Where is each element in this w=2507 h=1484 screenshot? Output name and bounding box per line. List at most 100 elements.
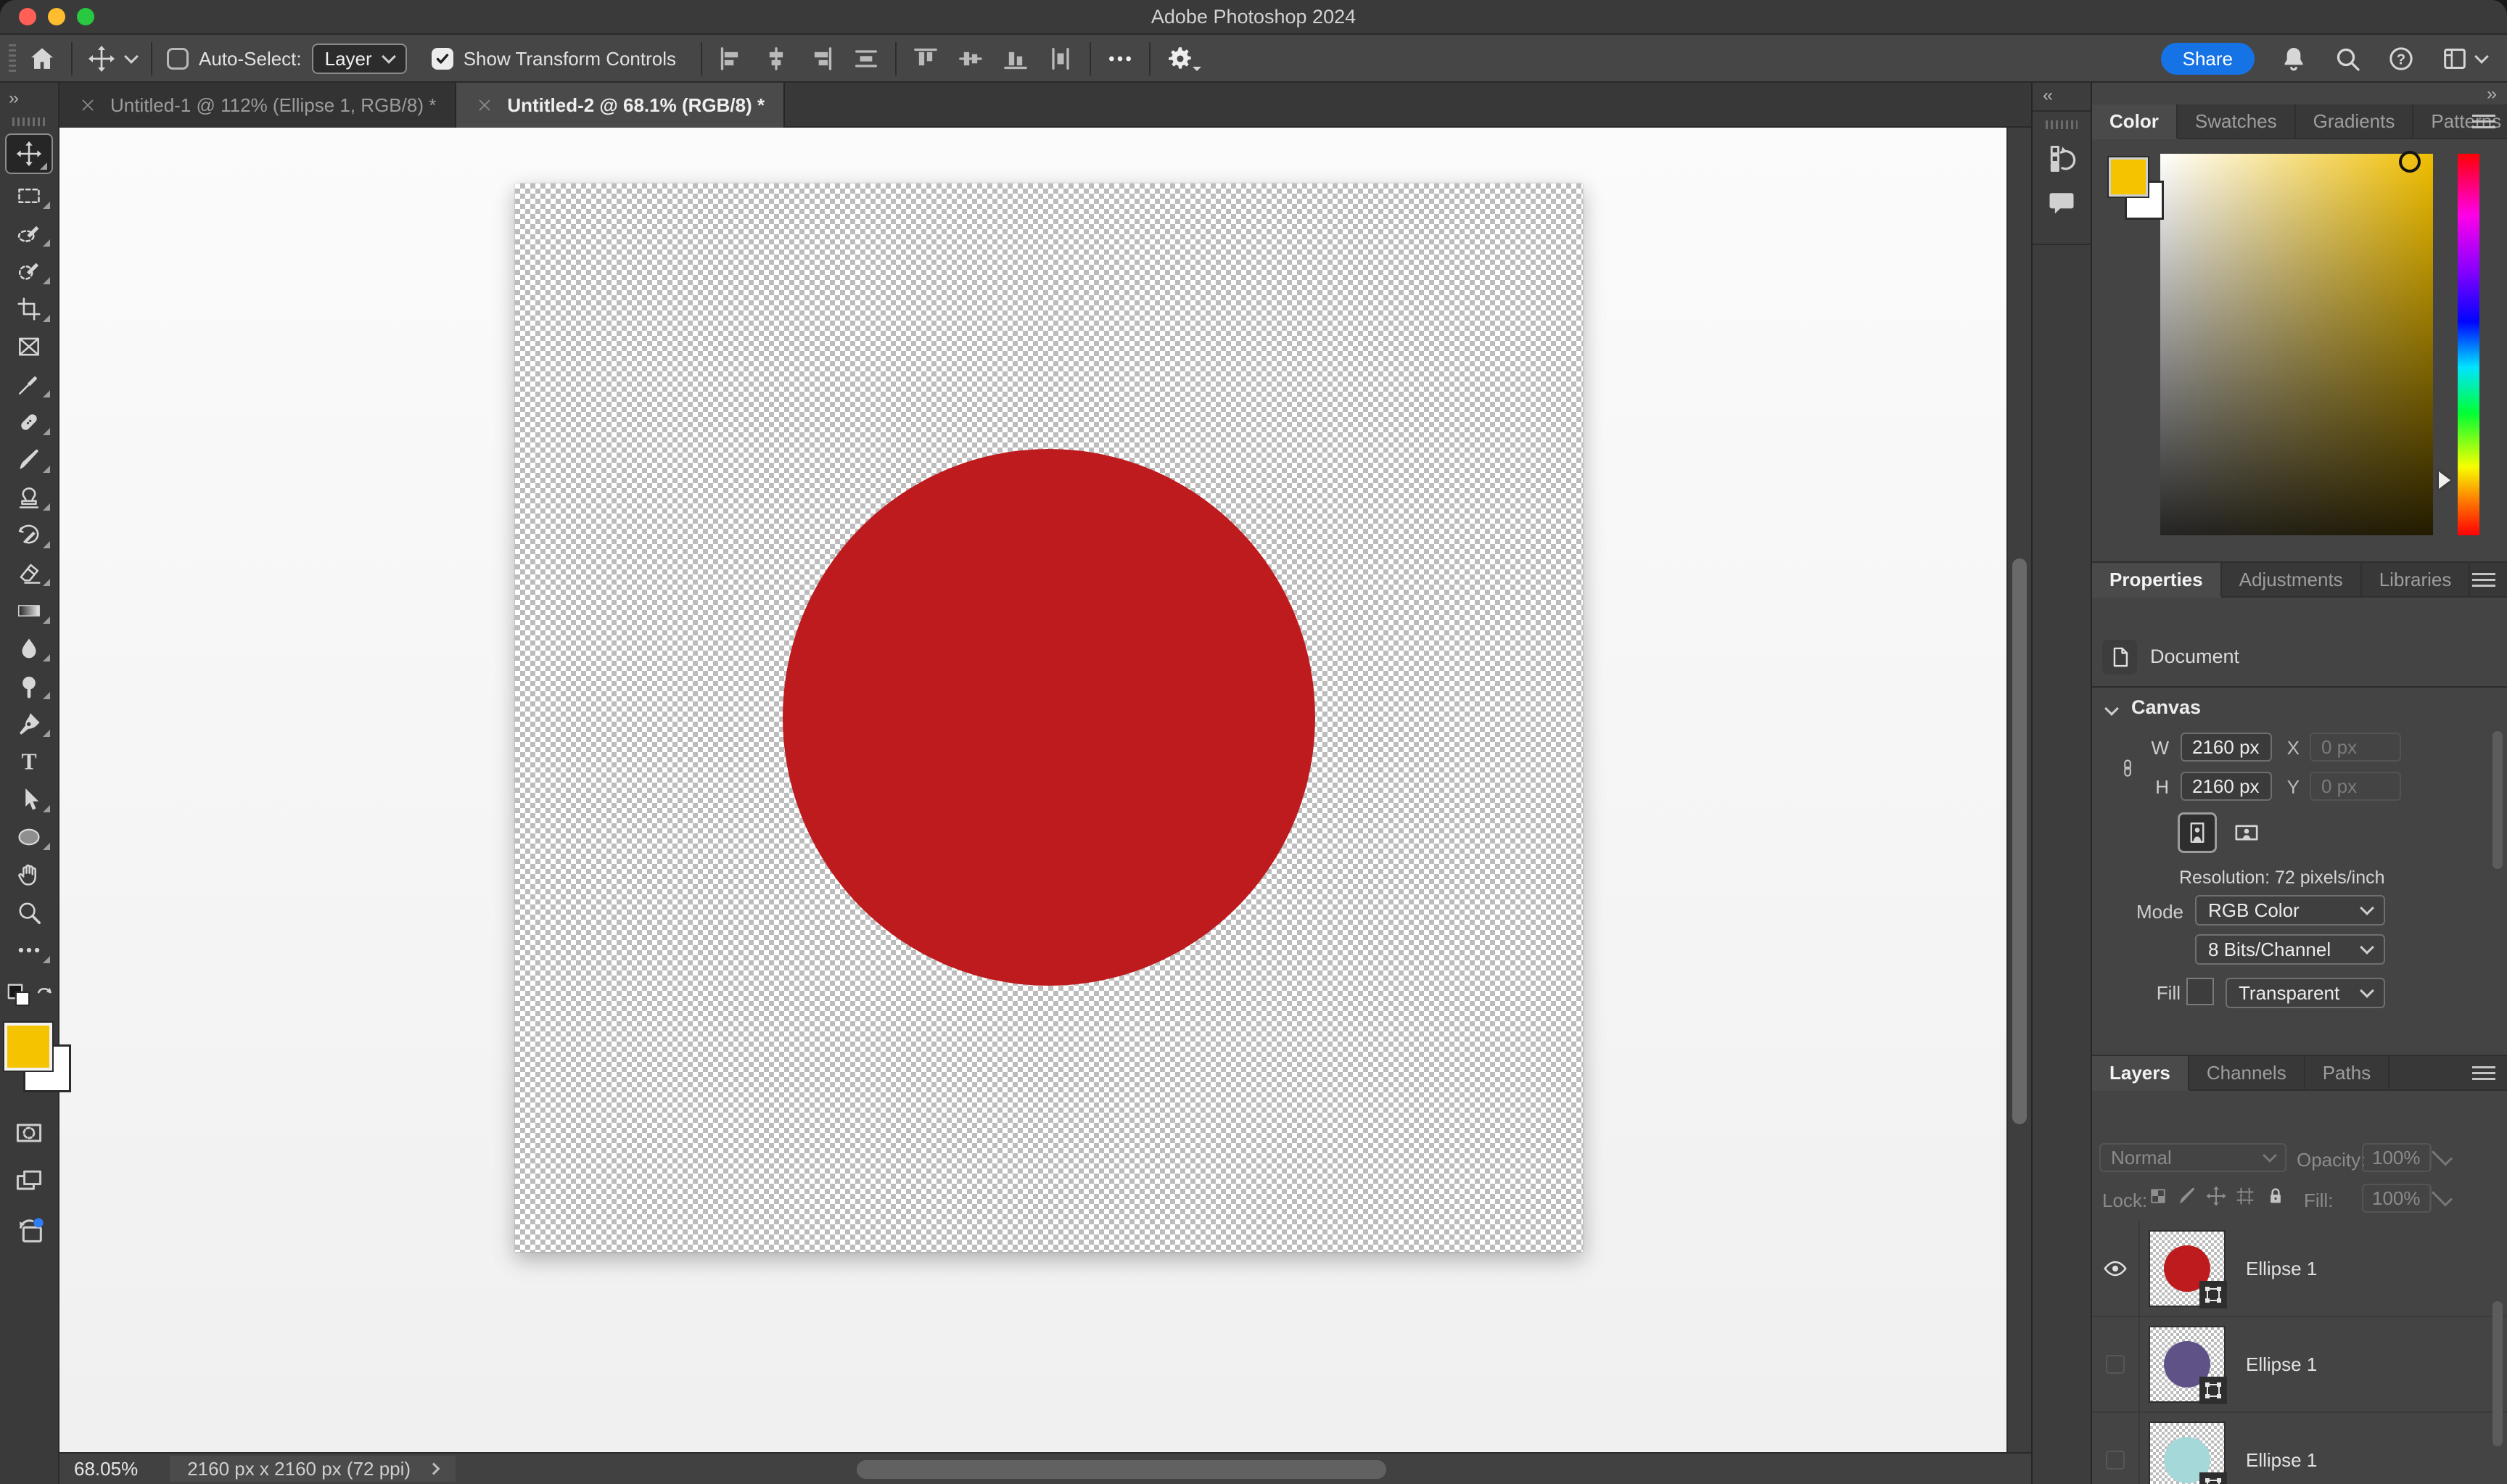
more-options-icon[interactable]	[1106, 44, 1135, 73]
collapse-dock-button[interactable]: ‹‹	[2033, 83, 2091, 106]
frame-tool[interactable]	[0, 328, 59, 366]
collapse-section-icon[interactable]	[2104, 701, 2119, 716]
panel-grip[interactable]	[2046, 120, 2078, 129]
layer-row[interactable]: Ellipse 1	[2092, 1413, 2507, 1484]
lock-lock-icon[interactable]	[2265, 1185, 2286, 1207]
tool-settings-gear[interactable]	[1165, 44, 1195, 74]
layers-tab-channels[interactable]: Channels	[2189, 1056, 2305, 1089]
document-tab[interactable]: Untitled-1 @ 112% (Ellipse 1, RGB/8) *	[59, 83, 456, 128]
color-tab-swatches[interactable]: Swatches	[2178, 104, 2296, 138]
layer-fill-field[interactable]: 100%	[2362, 1184, 2432, 1213]
portrait-orientation-button[interactable]	[2178, 812, 2217, 853]
swap-colors-icon[interactable]	[32, 982, 57, 1007]
panel-scrollbar-thumb[interactable]	[2492, 731, 2503, 869]
eraser-tool[interactable]	[0, 554, 59, 592]
layer-row[interactable]: Ellipse 1	[2092, 1317, 2507, 1413]
object-selection-tool[interactable]	[0, 215, 59, 252]
align-middle-icon[interactable]	[956, 44, 985, 73]
canvas-fill-dropdown[interactable]: Transparent	[2226, 978, 2385, 1008]
auto-select-target-dropdown[interactable]: Layer	[312, 44, 407, 74]
document-tab[interactable]: Untitled-2 @ 68.1% (RGB/8) *	[456, 83, 785, 128]
landscape-orientation-button[interactable]	[2227, 817, 2266, 849]
layer-visibility-toggle[interactable]	[2092, 1221, 2140, 1316]
expand-toolbar-button[interactable]: ››	[0, 83, 58, 109]
lasso-tool[interactable]	[0, 252, 59, 290]
layers-tab-layers[interactable]: Layers	[2092, 1056, 2189, 1091]
home-icon[interactable]	[28, 44, 57, 73]
opacity-field[interactable]: 100%	[2362, 1143, 2432, 1172]
layer-thumbnail[interactable]	[2149, 1422, 2226, 1484]
brush-tool[interactable]	[0, 441, 59, 479]
history-brush-tool[interactable]	[0, 516, 59, 554]
notifications-bell-icon[interactable]	[2279, 44, 2308, 73]
document-info[interactable]: 2160 px x 2160 px (72 ppi)	[170, 1456, 456, 1482]
default-colors-icon[interactable]	[4, 981, 33, 1010]
blur-tool[interactable]	[0, 630, 59, 667]
distribute-h-icon[interactable]	[852, 44, 881, 73]
lock-checker-lock-icon[interactable]	[2147, 1185, 2169, 1207]
distribute-v-icon[interactable]	[1046, 44, 1075, 73]
edit-toolbar-tool[interactable]	[0, 931, 59, 969]
clone-stamp-tool[interactable]	[0, 479, 59, 516]
layer-visibility-toggle[interactable]	[2092, 1413, 2140, 1484]
move-tool-icon[interactable]	[87, 44, 116, 73]
close-tab-icon[interactable]	[78, 96, 97, 115]
height-field[interactable]: 2160 px	[2181, 772, 2272, 801]
properties-tab-adjustments[interactable]: Adjustments	[2222, 563, 2362, 596]
layer-thumbnail[interactable]	[2149, 1326, 2226, 1403]
show-transform-checkbox[interactable]	[432, 48, 453, 70]
gradient-tool[interactable]	[0, 592, 59, 630]
link-dimensions-icon[interactable]	[2117, 743, 2138, 793]
layer-thumbnail[interactable]	[2149, 1230, 2226, 1307]
hue-slider[interactable]	[2458, 154, 2479, 535]
width-field[interactable]: 2160 px	[2181, 733, 2272, 762]
panel-menu-icon[interactable]	[2472, 573, 2495, 589]
path-selection-tool[interactable]	[0, 780, 59, 818]
layer-name[interactable]: Ellipse 1	[2246, 1258, 2317, 1280]
crop-tool[interactable]	[0, 290, 59, 328]
pen-tool[interactable]	[0, 705, 59, 743]
y-field[interactable]: 0 px	[2310, 772, 2401, 801]
brush-lock-icon[interactable]	[2176, 1185, 2198, 1207]
toolbar-grip[interactable]	[12, 118, 46, 126]
layers-scrollbar-thumb[interactable]	[2492, 1301, 2503, 1446]
canvas-artboard[interactable]	[515, 184, 1583, 1252]
color-mode-dropdown[interactable]: RGB Color	[2195, 895, 2385, 926]
layers-tab-paths[interactable]: Paths	[2305, 1056, 2390, 1089]
align-right-icon[interactable]	[807, 44, 836, 73]
horizontal-scrollbar-thumb[interactable]	[857, 1460, 1386, 1479]
zoom-level-field[interactable]: 68.05%	[74, 1458, 138, 1480]
foreground-color-swatch[interactable]	[2109, 157, 2148, 197]
close-tab-icon[interactable]	[475, 96, 494, 115]
collapse-dock-icon[interactable]: ››	[2487, 84, 2495, 104]
color-selection-ring[interactable]	[2399, 151, 2421, 173]
comments-panel-icon[interactable]	[2046, 187, 2078, 219]
align-left-icon[interactable]	[717, 44, 746, 73]
layer-row[interactable]: Ellipse 1	[2092, 1221, 2507, 1317]
auto-select-checkbox[interactable]	[167, 48, 189, 70]
lock-artboard-lock-icon[interactable]	[2234, 1185, 2256, 1207]
workspace-switcher[interactable]	[2440, 44, 2487, 73]
saturation-brightness-field[interactable]	[2160, 154, 2433, 535]
color-tab-gradients[interactable]: Gradients	[2296, 104, 2414, 138]
panel-menu-icon[interactable]	[2472, 1066, 2495, 1082]
align-center-h-icon[interactable]	[762, 44, 791, 73]
x-field[interactable]: 0 px	[2310, 733, 2401, 762]
foreground-color-swatch[interactable]	[4, 1023, 52, 1071]
ellipse-layer-shape[interactable]	[783, 449, 1315, 986]
properties-tab-properties[interactable]: Properties	[2092, 563, 2222, 598]
spot-healing-brush-tool[interactable]	[0, 403, 59, 441]
quick-mask-icon[interactable]	[13, 1117, 45, 1149]
hand-tool[interactable]	[0, 856, 59, 894]
vertical-scrollbar[interactable]	[2006, 128, 2031, 1452]
share-image-icon[interactable]	[12, 1214, 46, 1248]
layer-name[interactable]: Ellipse 1	[2246, 1449, 2317, 1472]
move-lock-icon[interactable]	[2205, 1185, 2227, 1207]
panel-menu-icon[interactable]	[2472, 115, 2495, 131]
zoom-tool[interactable]	[0, 894, 59, 931]
align-bottom-icon[interactable]	[1001, 44, 1030, 73]
canvas-viewport[interactable]	[59, 128, 2006, 1452]
color-tab-color[interactable]: Color	[2092, 104, 2178, 139]
history-panel-icon[interactable]	[2046, 142, 2078, 174]
help-icon[interactable]: ?	[2387, 44, 2416, 73]
